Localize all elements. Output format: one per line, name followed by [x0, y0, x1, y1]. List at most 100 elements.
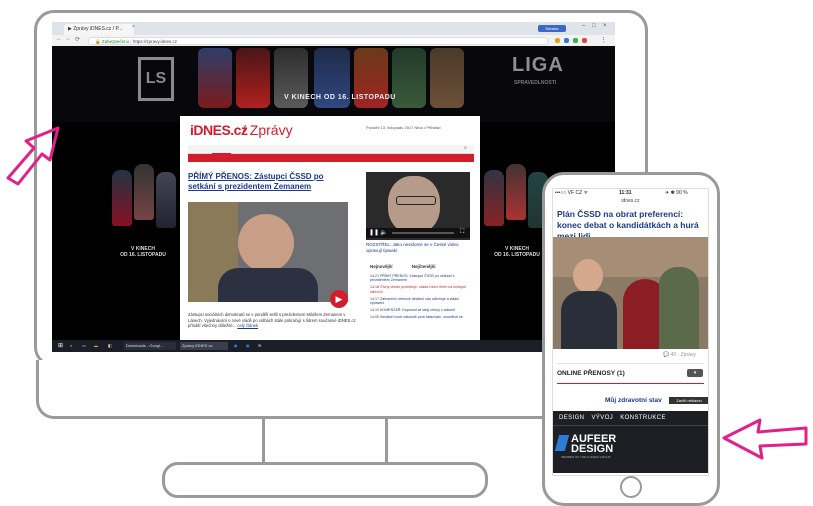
ad-subtext: MEMBER OF THE AUFEER GROUP	[561, 455, 611, 459]
news-item[interactable]: 14:18 Čtvrtý občan protestuje, zákaz říz…	[370, 285, 470, 294]
news-time: 14:05	[370, 314, 379, 319]
pause-icon[interactable]: ❚❚	[369, 229, 379, 236]
windows-start-icon[interactable]: ⊞	[58, 342, 63, 350]
video-caption[interactable]: ROZSTŘEL: Jako nevidomé se v České vídeo…	[366, 242, 470, 253]
subnav-item[interactable]: Prezident	[352, 162, 377, 170]
hero-figure	[392, 48, 426, 108]
section-title[interactable]: / Zprávy	[242, 122, 293, 138]
hero-figure	[198, 48, 232, 108]
pointer-arrow-left	[0, 108, 70, 188]
main-headline[interactable]: PŘÍMÝ PŘENOS: Zástupci ČSSD po setkání s…	[188, 172, 348, 192]
subnav-item[interactable]: Domácí	[188, 162, 209, 170]
subnav-item[interactable]: Názory	[271, 162, 291, 170]
subnav-item[interactable]: Rozhovory	[291, 162, 319, 170]
hero-figure	[430, 48, 464, 108]
subnav-item[interactable]: Kultura	[250, 162, 271, 170]
skin-figure-left	[156, 172, 176, 228]
subnav-item[interactable]: Počasí	[434, 162, 454, 170]
profile-button[interactable]: Sandra	[538, 25, 566, 32]
online-section-title[interactable]: ONLINE PŘENOSY (1)	[557, 370, 625, 377]
window-close-icon[interactable]: ×	[603, 23, 607, 29]
chevron-down-icon[interactable]: ▾	[687, 369, 703, 377]
subnav-item[interactable]: Hlavní zprávy	[319, 162, 352, 170]
primary-nav: iDNES.czZprávyKrajeSportKulturaEkonomika…	[188, 145, 474, 161]
reload-icon[interactable]: ⟳	[75, 36, 80, 43]
taskbar-app[interactable]: Downloads - Googl...	[124, 342, 176, 350]
store-icon[interactable]: ◧	[108, 342, 112, 350]
person-coat	[659, 267, 699, 349]
person-head	[238, 214, 294, 272]
phone-comments[interactable]: 💬 40 · Zprávy	[663, 352, 696, 358]
skin-left-text: V KINECH OD 16. LISTOPADU	[120, 246, 166, 258]
mail-icon[interactable]: ✉	[258, 342, 261, 350]
subnav-item[interactable]: Krimi	[234, 162, 251, 170]
video-progress[interactable]	[392, 232, 454, 234]
news-text: KOMENTÁŘ: Doposud se tady věnují v zákon…	[380, 307, 456, 312]
tab-latest[interactable]: Nejnovější	[370, 264, 393, 269]
phone-status-bar: •••○○ VF CZ ᯤ 11:31 ✈ ✽ 90 %	[553, 189, 708, 198]
article-perex: Zástupci sociálních demokratů se v pondě…	[188, 312, 358, 329]
app-icon[interactable]: ◼	[246, 342, 249, 350]
article-photo[interactable]	[188, 202, 348, 302]
subnav-item[interactable]: Volba Horáčka	[400, 162, 435, 170]
news-item[interactable]: 14:21 PŘÍMÝ PŘENOS: Zástupci ČSSD po set…	[370, 274, 470, 283]
close-ad-button[interactable]: Zavřít reklamu	[669, 397, 708, 404]
search-icon[interactable]: ⌕	[464, 145, 467, 151]
pointer-arrow-right	[718, 406, 810, 466]
menu-icon[interactable]: ⋮	[600, 36, 607, 44]
secondary-nav: Domácí Zahraničí Krimi Kultura Názory Rozhovo…	[188, 154, 474, 168]
play-icon[interactable]: ▶	[330, 290, 348, 308]
app-icon[interactable]: ◼	[234, 342, 237, 350]
taskbar-app-active[interactable]: Zprávy iDNES.cz	[180, 342, 228, 350]
news-tabs: Nejnovější Nejčtenější	[370, 264, 466, 269]
fullscreen-icon[interactable]: ⛶	[460, 229, 464, 236]
maximize-icon[interactable]: □	[592, 23, 596, 29]
volume-icon[interactable]: 🔈	[380, 229, 387, 236]
news-time: 14:10	[370, 307, 379, 312]
divider-red	[557, 383, 704, 384]
tab-most-read[interactable]: Nejčtenější	[412, 264, 436, 269]
ad-nav-item: KONSTRUKCE	[620, 415, 666, 421]
lock-icon: 🔒	[95, 39, 101, 44]
search-taskbar-icon[interactable]: ⌕	[70, 342, 72, 350]
forward-icon[interactable]: →	[65, 36, 71, 42]
news-text: Senátoři nově zákonně proti hlasování, s…	[380, 314, 463, 319]
site-logo[interactable]: iDNES.cz	[190, 122, 248, 138]
address-input[interactable]: 🔒 Zabezpečeno | https://zpravy.idnes.cz	[88, 37, 548, 45]
phone-story-teaser[interactable]: Můj zdravotní stav	[605, 397, 675, 405]
person-suit	[218, 268, 318, 302]
read-more-link[interactable]: celý článek	[237, 323, 258, 328]
news-item[interactable]: 14:05 Senátoři nově zákonně proti hlasov…	[370, 315, 470, 319]
video-controls: ❚❚ 🔈 ⛶	[366, 228, 470, 238]
subnav-item[interactable]: Zahraničí	[209, 162, 234, 170]
skin-figure-right	[506, 164, 526, 220]
back-icon[interactable]: ←	[56, 36, 62, 42]
phone-url[interactable]: idnes.cz	[553, 198, 708, 204]
extension-icon[interactable]	[582, 38, 587, 43]
extension-icon[interactable]	[555, 38, 560, 43]
banner-subtitle: SPRAVEDLNOSTI	[514, 80, 557, 86]
phone-home-button[interactable]	[620, 476, 642, 498]
extension-icon[interactable]	[564, 38, 569, 43]
banner-title: LIGA	[512, 54, 564, 76]
date-line: Pondělí 13. listopadu 2017 Nina • Přihlá…	[366, 125, 441, 130]
news-item[interactable]: 14:17 Zahraniční měnové dědictví vás ovl…	[370, 297, 470, 306]
extension-icon[interactable]	[573, 38, 578, 43]
person-head	[573, 259, 603, 293]
news-time: 14:18	[370, 285, 379, 290]
browser-tab-bar: ▶ Zprávy iDNES.cz / P... × Sandra – □ ×	[52, 22, 615, 35]
skin-right-text: V KINECH OD 16. LISTOPADU	[494, 246, 540, 258]
subnav-item[interactable]: Speciály	[377, 162, 400, 170]
close-icon[interactable]: ×	[132, 24, 135, 30]
phone-article-photo[interactable]	[553, 237, 708, 349]
news-item[interactable]: 14:10 KOMENTÁŘ: Doposud se tady věnují v…	[370, 308, 470, 312]
browser-tab[interactable]: ▶ Zprávy iDNES.cz / P...	[64, 24, 134, 35]
task-view-icon[interactable]: ▭	[82, 342, 86, 350]
file-explorer-icon[interactable]: ▬	[94, 342, 98, 350]
monitor-neck	[262, 417, 388, 465]
news-time: 14:17	[370, 296, 379, 301]
minimize-icon[interactable]: –	[582, 23, 585, 29]
arrow-icon	[722, 418, 808, 460]
monitor-base	[162, 462, 488, 498]
clock-label: 11:31	[619, 190, 632, 196]
